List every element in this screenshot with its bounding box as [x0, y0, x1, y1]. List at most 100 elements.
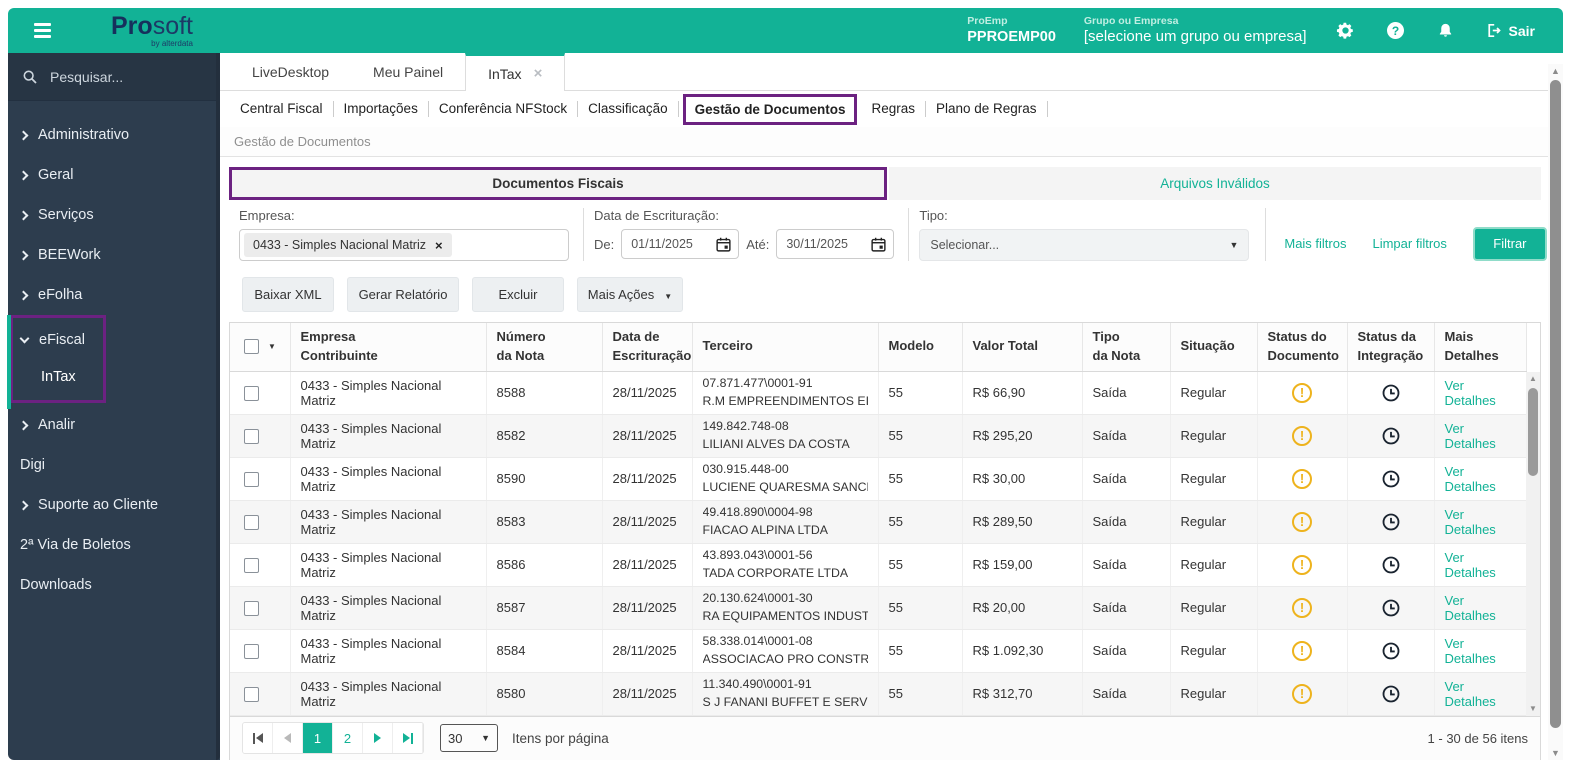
scroll-up-icon[interactable]: ▲ — [1548, 66, 1563, 76]
sair-logout-button[interactable]: Sair — [1485, 22, 1535, 39]
hamburger-menu-icon[interactable] — [34, 23, 51, 38]
status-documento-warning-icon[interactable]: ! — [1292, 683, 1312, 704]
sidebar-item-intax[interactable]: InTax — [13, 360, 103, 394]
page-size-select[interactable]: 30 ▼ — [440, 724, 498, 752]
notifications-bell-icon[interactable] — [1435, 20, 1457, 42]
status-documento-warning-icon[interactable]: ! — [1292, 382, 1312, 403]
ver-detalhes-link[interactable]: Ver Detalhes — [1445, 636, 1496, 666]
scroll-down-icon[interactable]: ▼ — [1526, 702, 1540, 716]
page-1-button[interactable]: 1 — [303, 723, 333, 753]
row-checkbox[interactable] — [244, 557, 259, 573]
grid-scrollbar[interactable]: ▲ ▼ — [1526, 372, 1540, 716]
sidebar-search[interactable] — [8, 53, 220, 101]
data-ate-input[interactable]: 30/11/2025 — [776, 229, 895, 259]
sidebar-search-input[interactable] — [50, 68, 190, 85]
col-valor-total[interactable]: Valor Total — [962, 323, 1083, 372]
sidebar-item-analir[interactable]: Analir — [8, 405, 220, 445]
help-icon[interactable]: ? — [1385, 20, 1407, 42]
next-page-button[interactable] — [363, 723, 393, 753]
table-row[interactable]: 0433 - Simples Nacional Matriz 8588 28/1… — [230, 371, 1527, 415]
sidebar-item-suporte[interactable]: Suporte ao Cliente — [8, 485, 220, 525]
col-terceiro[interactable]: Terceiro — [692, 323, 879, 372]
ver-detalhes-link[interactable]: Ver Detalhes — [1445, 378, 1496, 408]
filtrar-button[interactable]: Filtrar — [1472, 226, 1547, 261]
tab-arquivos-invalidos[interactable]: Arquivos Inválidos — [889, 167, 1541, 200]
subtab-gestao-de-documentos[interactable]: Gestão de Documentos — [682, 93, 858, 125]
sidebar-item-downloads[interactable]: Downloads — [8, 565, 220, 605]
status-documento-warning-icon[interactable]: ! — [1292, 640, 1312, 661]
tipo-select[interactable]: Selecionar... ▼ — [919, 229, 1250, 261]
status-documento-warning-icon[interactable]: ! — [1292, 425, 1312, 446]
col-status-da-integracao[interactable]: Status da Integração — [1347, 323, 1435, 372]
col-empresa-contribuinte[interactable]: Empresa Contribuinte — [290, 323, 487, 372]
status-integracao-clock-icon[interactable] — [1381, 598, 1401, 618]
tab-documentos-fiscais[interactable]: Documentos Fiscais — [229, 167, 887, 200]
table-row[interactable]: 0433 - Simples Nacional Matriz 8582 28/1… — [230, 414, 1527, 458]
data-de-input[interactable]: 01/11/2025 — [621, 229, 740, 259]
status-documento-warning-icon[interactable]: ! — [1292, 511, 1312, 532]
subtab-importacoes[interactable]: Importações — [334, 101, 429, 117]
ver-detalhes-link[interactable]: Ver Detalhes — [1445, 421, 1496, 451]
select-all-checkbox[interactable] — [244, 339, 259, 355]
col-modelo[interactable]: Modelo — [878, 323, 963, 372]
last-page-button[interactable] — [393, 723, 423, 753]
status-documento-warning-icon[interactable]: ! — [1292, 554, 1312, 575]
ver-detalhes-link[interactable]: Ver Detalhes — [1445, 550, 1496, 580]
excluir-button[interactable]: Excluir — [472, 277, 564, 312]
sidebar-item-digi[interactable]: Digi — [8, 445, 220, 485]
first-page-button[interactable] — [243, 723, 273, 753]
row-checkbox[interactable] — [244, 428, 259, 444]
sidebar-item-servicos[interactable]: Serviços — [8, 195, 220, 235]
row-checkbox[interactable] — [244, 643, 259, 659]
col-situacao[interactable]: Situação — [1170, 323, 1258, 372]
grid-scrollbar-thumb[interactable] — [1528, 388, 1538, 476]
page-2-button[interactable]: 2 — [333, 723, 363, 753]
tab-meu-painel[interactable]: Meu Painel — [351, 53, 465, 90]
settings-gear-icon[interactable] — [1335, 20, 1357, 42]
table-row[interactable]: 0433 - Simples Nacional Matriz 8583 28/1… — [230, 500, 1527, 544]
col-mais-detalhes[interactable]: Mais Detalhes — [1434, 323, 1527, 372]
row-checkbox[interactable] — [244, 600, 259, 616]
grupo-empresa-selector[interactable]: Grupo ou Empresa [selecione um grupo ou … — [1084, 15, 1307, 47]
ver-detalhes-link[interactable]: Ver Detalhes — [1445, 679, 1496, 709]
sidebar-item-geral[interactable]: Geral — [8, 155, 220, 195]
row-checkbox[interactable] — [244, 686, 259, 702]
status-integracao-clock-icon[interactable] — [1381, 512, 1401, 532]
scroll-up-icon[interactable]: ▲ — [1526, 372, 1540, 386]
subtab-plano-de-regras[interactable]: Plano de Regras — [926, 101, 1048, 117]
scroll-down-icon[interactable]: ▼ — [1548, 748, 1563, 758]
table-row[interactable]: 0433 - Simples Nacional Matriz 8587 28/1… — [230, 586, 1527, 630]
row-checkbox[interactable] — [244, 385, 259, 401]
status-integracao-clock-icon[interactable] — [1381, 426, 1401, 446]
row-checkbox[interactable] — [244, 514, 259, 530]
subtab-regras[interactable]: Regras — [861, 101, 926, 117]
status-documento-warning-icon[interactable]: ! — [1292, 597, 1312, 618]
baixar-xml-button[interactable]: Baixar XML — [242, 277, 334, 312]
status-integracao-clock-icon[interactable] — [1381, 684, 1401, 704]
col-tipo-da-nota[interactable]: Tipo da Nota — [1082, 323, 1171, 372]
sidebar-item-efolha[interactable]: eFolha — [8, 275, 220, 315]
status-integracao-clock-icon[interactable] — [1381, 555, 1401, 575]
ver-detalhes-link[interactable]: Ver Detalhes — [1445, 593, 1496, 623]
selection-menu-caret-icon[interactable]: ▼ — [268, 342, 276, 351]
col-numero-da-nota[interactable]: Número da Nota — [486, 323, 603, 372]
previous-page-button[interactable] — [273, 723, 303, 753]
gerar-relatorio-button[interactable]: Gerar Relatório — [347, 277, 459, 312]
page-scrollbar[interactable]: ▲ ▼ — [1548, 64, 1563, 760]
status-integracao-clock-icon[interactable] — [1381, 383, 1401, 403]
status-integracao-clock-icon[interactable] — [1381, 641, 1401, 661]
ver-detalhes-link[interactable]: Ver Detalhes — [1445, 507, 1496, 537]
status-integracao-clock-icon[interactable] — [1381, 469, 1401, 489]
subtab-conferencia-nfstock[interactable]: Conferência NFStock — [429, 101, 579, 117]
sidebar-item-efiscal[interactable]: eFiscal — [13, 320, 103, 360]
table-row[interactable]: 0433 - Simples Nacional Matriz 8584 28/1… — [230, 629, 1527, 673]
col-data-de-escrituracao[interactable]: Data de Escrituração — [602, 323, 693, 372]
chip-remove-icon[interactable]: × — [435, 238, 443, 253]
table-row[interactable]: 0433 - Simples Nacional Matriz 8586 28/1… — [230, 543, 1527, 587]
table-row[interactable]: 0433 - Simples Nacional Matriz 8580 28/1… — [230, 672, 1527, 716]
status-documento-warning-icon[interactable]: ! — [1292, 468, 1312, 489]
mais-filtros-link[interactable]: Mais filtros — [1284, 236, 1346, 251]
empresa-input[interactable]: 0433 - Simples Nacional Matriz × — [239, 229, 569, 261]
page-scrollbar-thumb[interactable] — [1550, 80, 1561, 728]
sidebar-item-administrativo[interactable]: Administrativo — [8, 115, 220, 155]
